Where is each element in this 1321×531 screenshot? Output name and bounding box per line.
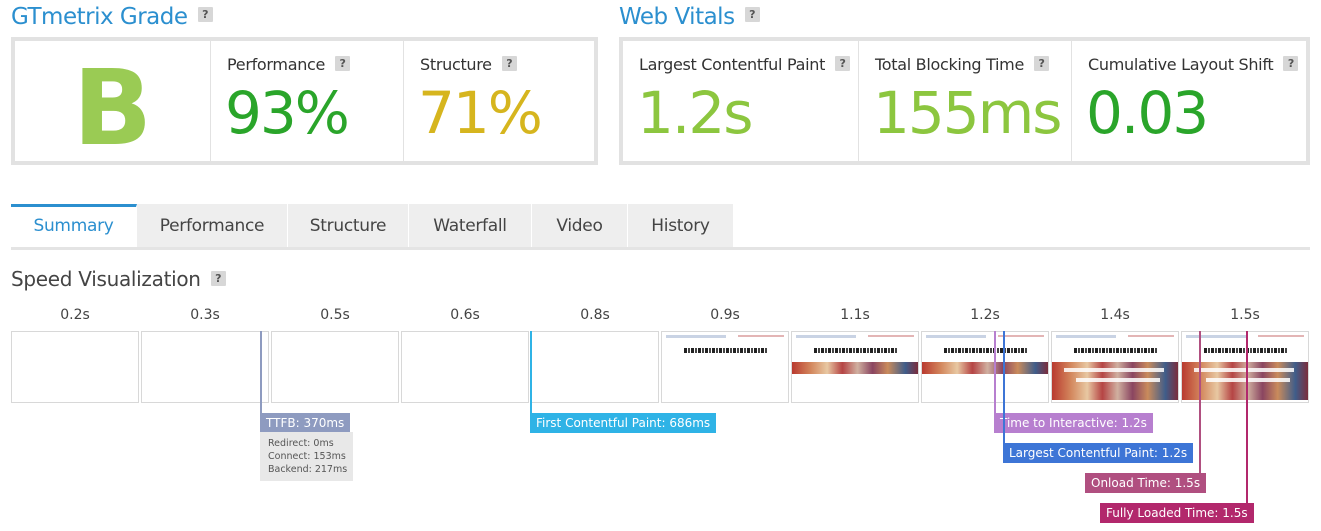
filmstrip-frame[interactable] — [661, 331, 789, 403]
tab-divider — [11, 247, 1310, 250]
structure-label: Structure — [420, 55, 492, 74]
web-vitals-title: Web Vitals? — [619, 4, 760, 30]
filmstrip-frame[interactable] — [401, 331, 529, 403]
frame-time-label: 0.6s — [450, 307, 480, 323]
ttfb-backend: Backend: 217ms — [268, 464, 348, 475]
speed-visualization-title-text: Speed Visualization — [11, 267, 201, 291]
lcp-marker-line — [1003, 331, 1005, 443]
frame-time-label: 1.5s — [1230, 307, 1260, 323]
help-icon[interactable]: ? — [501, 56, 517, 71]
performance-label-row: Performance? — [227, 55, 351, 74]
tbt-label-row: Total Blocking Time? — [875, 55, 1050, 74]
frame-time-label: 0.3s — [190, 307, 220, 323]
gtmetrix-grade-title: GTmetrix Grade? — [11, 4, 213, 30]
tab-history[interactable]: History — [628, 204, 734, 248]
help-icon[interactable]: ? — [210, 271, 226, 286]
tab-summary[interactable]: Summary — [11, 204, 137, 248]
grade-cell: B — [15, 41, 211, 169]
fcp-marker-label: First Contentful Paint: 686ms — [530, 413, 717, 433]
tbt-value: 155ms — [873, 79, 1062, 147]
lcp-label: Largest Contentful Paint — [639, 55, 826, 74]
tti-marker-label: Time to Interactive: 1.2s — [994, 413, 1153, 433]
filmstrip-frame[interactable] — [791, 331, 919, 403]
tab-video[interactable]: Video — [532, 204, 628, 248]
speed-visualization-title: Speed Visualization? — [11, 267, 226, 291]
gtmetrix-grade-title-text: GTmetrix Grade — [11, 4, 188, 30]
ttfb-connect: Connect: 153ms — [268, 451, 346, 462]
frame-time-label: 0.2s — [60, 307, 90, 323]
performance-cell: Performance? 93% — [211, 41, 404, 161]
frame-time-label: 0.5s — [320, 307, 350, 323]
frame-time-label: 0.8s — [580, 307, 610, 323]
cls-cell: Cumulative Layout Shift? 0.03 — [1072, 41, 1306, 161]
filmstrip-frame[interactable] — [921, 331, 1049, 403]
lcp-label-row: Largest Contentful Paint? — [639, 55, 851, 74]
lcp-value: 1.2s — [637, 79, 753, 147]
help-icon[interactable]: ? — [835, 56, 851, 71]
fully-loaded-marker-label: Fully Loaded Time: 1.5s — [1100, 503, 1254, 523]
gtmetrix-grade-panel: B Performance? 93% Structure? 71% — [11, 37, 598, 169]
help-icon[interactable]: ? — [197, 7, 213, 22]
tab-structure[interactable]: Structure — [288, 204, 409, 248]
help-icon[interactable]: ? — [335, 56, 351, 71]
lcp-cell: Largest Contentful Paint? 1.2s — [623, 41, 859, 161]
tab-waterfall[interactable]: Waterfall — [409, 204, 532, 248]
ttfb-marker-line — [260, 331, 262, 413]
web-vitals-panel: Largest Contentful Paint? 1.2s Total Blo… — [619, 37, 1310, 165]
lcp-marker-label: Largest Contentful Paint: 1.2s — [1003, 443, 1194, 463]
help-icon[interactable]: ? — [1034, 56, 1050, 71]
help-icon[interactable]: ? — [744, 7, 760, 22]
fully-loaded-marker-line — [1246, 331, 1248, 503]
filmstrip-frame[interactable] — [11, 331, 139, 403]
web-vitals-title-text: Web Vitals — [619, 4, 735, 30]
cls-label-row: Cumulative Layout Shift? — [1088, 55, 1299, 74]
tbt-label: Total Blocking Time — [875, 55, 1025, 74]
frame-time-label: 1.1s — [840, 307, 870, 323]
ttfb-breakdown: Redirect: 0ms Connect: 153ms Backend: 21… — [260, 432, 353, 481]
tbt-cell: Total Blocking Time? 155ms — [859, 41, 1072, 161]
help-icon[interactable]: ? — [1283, 56, 1299, 71]
filmstrip-frame[interactable] — [141, 331, 269, 403]
performance-value: 93% — [225, 79, 350, 147]
structure-cell: Structure? 71% — [404, 41, 594, 161]
filmstrip-frame[interactable] — [271, 331, 399, 403]
tti-marker-line — [994, 331, 996, 413]
cls-value: 0.03 — [1086, 79, 1209, 147]
filmstrip-frame[interactable] — [531, 331, 659, 403]
onload-marker-line — [1199, 331, 1201, 473]
filmstrip-frame[interactable] — [1051, 331, 1179, 403]
frame-time-label: 1.2s — [970, 307, 1000, 323]
performance-label: Performance — [227, 55, 326, 74]
ttfb-marker-label: TTFB: 370ms — [260, 413, 351, 433]
fcp-marker-line — [530, 331, 532, 413]
frame-time-label: 1.4s — [1100, 307, 1130, 323]
structure-label-row: Structure? — [420, 55, 517, 74]
cls-label: Cumulative Layout Shift — [1088, 55, 1274, 74]
onload-marker-label: Onload Time: 1.5s — [1085, 473, 1207, 493]
ttfb-redirect: Redirect: 0ms — [268, 438, 334, 449]
tab-performance[interactable]: Performance — [137, 204, 288, 248]
grade-letter: B — [72, 47, 153, 169]
structure-value: 71% — [418, 79, 543, 147]
frame-time-label: 0.9s — [710, 307, 740, 323]
